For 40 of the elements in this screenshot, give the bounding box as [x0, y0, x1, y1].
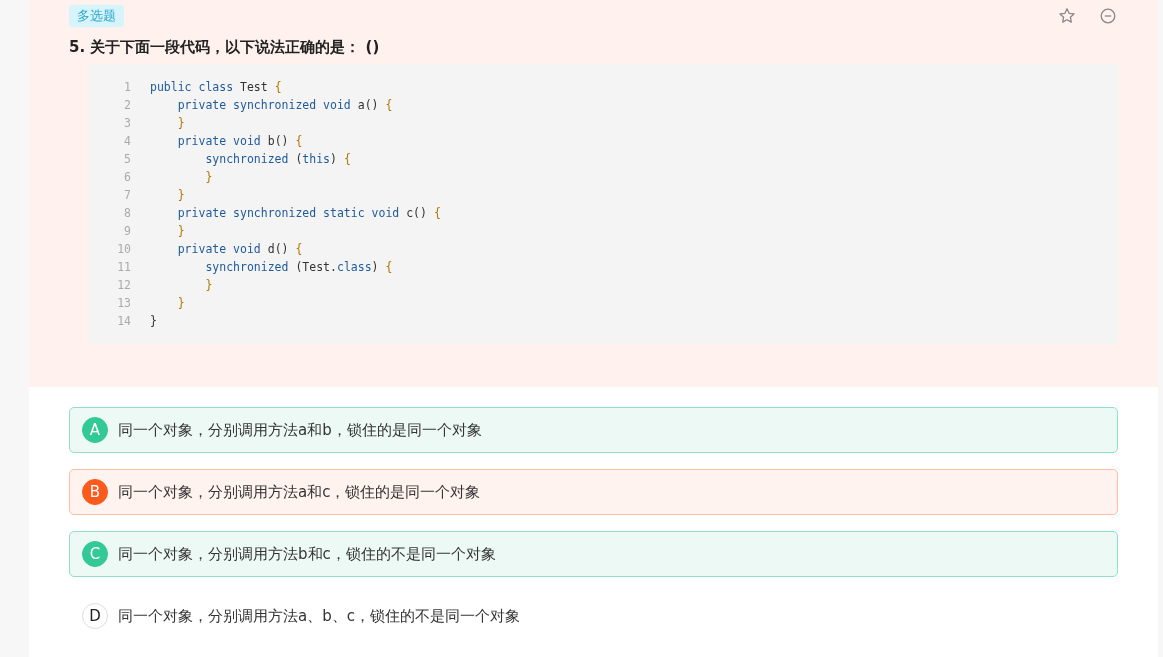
code-line: public class Test { — [150, 80, 282, 94]
line-number: 5 — [123, 152, 131, 166]
code-line: private synchronized static void c() { — [176, 206, 441, 220]
line-number: 10 — [116, 242, 131, 256]
line-number: 3 — [123, 116, 131, 130]
code-line: synchronized (Test.class) { — [204, 260, 393, 274]
code-line: } — [176, 224, 185, 238]
line-number: 12 — [116, 278, 131, 292]
code-line: private synchronized void a() { — [176, 98, 393, 112]
answer-option[interactable]: B 同一个对象，分别调用方法a和c，锁住的是同一个对象 — [69, 469, 1118, 515]
line-number: 6 — [123, 170, 131, 184]
minus-circle-icon[interactable] — [1100, 8, 1116, 24]
code-line: } — [204, 278, 213, 292]
answer-option[interactable]: C 同一个对象，分别调用方法b和c，锁住的不是同一个对象 — [69, 531, 1118, 577]
option-letter: A — [82, 417, 108, 443]
star-icon[interactable] — [1058, 7, 1076, 25]
question-type-tag: 多选题 — [69, 5, 124, 27]
answer-option[interactable]: D 同一个对象，分别调用方法a、b、c，锁住的不是同一个对象 — [69, 593, 1118, 639]
code-line: } — [176, 296, 185, 310]
code-line: synchronized (this) { — [204, 152, 351, 166]
code-line: private void d() { — [176, 242, 303, 256]
option-letter: C — [82, 541, 108, 567]
line-number: 11 — [116, 260, 131, 274]
line-number: 13 — [116, 296, 131, 310]
line-number: 4 — [123, 134, 131, 148]
code-line: } — [176, 188, 185, 202]
code-line: private void b() { — [176, 134, 303, 148]
code-line: } — [204, 170, 213, 184]
answer-option[interactable]: A 同一个对象，分别调用方法a和b，锁住的是同一个对象 — [69, 407, 1118, 453]
code-line: } — [176, 116, 185, 130]
option-letter: D — [82, 603, 108, 629]
line-number: 8 — [123, 206, 131, 220]
line-number: 1 — [123, 80, 131, 94]
line-number: 14 — [116, 314, 131, 328]
question-title: 5. 关于下面一段代码，以下说法正确的是： () — [69, 38, 381, 58]
option-letter: B — [82, 479, 108, 505]
line-number: 9 — [123, 224, 131, 238]
code-line: } — [150, 314, 157, 328]
line-number: 7 — [123, 188, 131, 202]
line-number: 2 — [123, 98, 131, 112]
